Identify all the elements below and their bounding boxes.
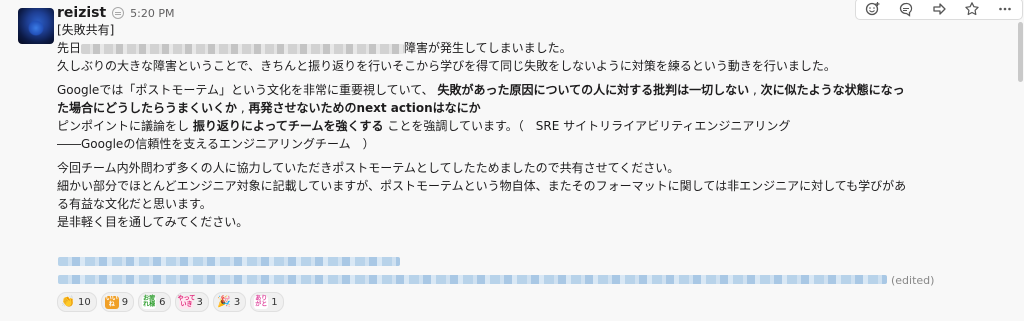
save-star-icon[interactable] [956, 0, 989, 19]
text-segment: Googleでは「ポストモーテム」という文化を非常に重要視していて、 [57, 83, 438, 97]
timestamp[interactable]: 5:20 PM [130, 7, 174, 20]
avatar[interactable] [18, 8, 54, 44]
text-segment: 障害が発生してしまいました。 [404, 41, 572, 55]
speech-bubble-status-icon [112, 7, 125, 19]
reaction-pill[interactable]: 🎉 3 [212, 292, 247, 312]
scroll-thumb[interactable] [1018, 22, 1023, 82]
message-body: [失敗共有] 先日 障害が発生してしまいました。 久しぶりの大きな障害ということで… [57, 21, 1007, 231]
share-message-icon[interactable] [922, 0, 955, 19]
reaction-count: 3 [196, 296, 203, 308]
reactions-bar: 👏 10 いい ね 9 お疲 れ様 6 やって いき 3 🎉 3 あり がと 1 [57, 292, 284, 312]
yatteiki-emoji-icon: やって いき [177, 295, 196, 309]
reaction-pill[interactable]: 👏 10 [57, 292, 97, 312]
reaction-pill[interactable]: やって いき 3 [175, 292, 209, 312]
reaction-count: 9 [121, 296, 129, 308]
text-line: ――Googleの信頼性を支えるエンジニアリングチーム ） [57, 137, 375, 151]
reaction-count: 6 [159, 296, 166, 308]
text-line: 是非軽く目を通してみてください。 [57, 215, 249, 229]
redacted-link[interactable] [58, 275, 887, 284]
message-actions-toolbar [855, 0, 1023, 20]
text-line: 久しぶりの大きな障害ということで、きちんと振り返りを行いそこから学びを得て同じ失… [57, 59, 836, 73]
text-line: ピンポイントに議論をし 振り返りによってチームを強くする ことを強調しています。… [57, 117, 1007, 135]
ii-ne-emoji-icon: いい ね [104, 295, 119, 309]
username[interactable]: reizist [57, 5, 106, 21]
bold-text: 失敗があった原因についての人に対する批判は一切しない [437, 83, 750, 97]
text-line: る有益な文化だと思います。 [57, 197, 212, 211]
bold-text: 再発させないためのnext actionはなにか [248, 101, 481, 115]
reaction-count: 1 [271, 296, 278, 308]
text-segment: 先日 [57, 41, 82, 55]
text-line: た場合にどうしたらうまくいくか , 再発させないためのnext actionはな… [57, 99, 1007, 117]
message-header: reizist 5:20 PM [57, 4, 175, 22]
tada-emoji-icon: 🎉 [217, 295, 231, 308]
text-line: 細かい部分でほとんどエンジニア対象に記載していますが、ポストモーテムという物自体… [57, 179, 907, 193]
arigato-emoji-icon: あり がと [254, 295, 269, 309]
reaction-pill[interactable]: お疲 れ様 6 [138, 292, 172, 312]
reaction-pill[interactable]: あり がと 1 [250, 292, 284, 312]
bold-text: 振り返りによってチームを強くする [192, 119, 384, 133]
edited-label: (edited) [891, 274, 935, 287]
add-reaction-icon[interactable] [856, 0, 889, 19]
text-line: Googleでは「ポストモーテム」という文化を非常に重要視していて、 失敗があっ… [57, 81, 1007, 99]
text-segment: ピンポイントに議論をし [57, 119, 193, 133]
reply-thread-icon[interactable] [889, 0, 922, 19]
message: reizist 5:20 PM [失敗共有] 先日 障害が発生してしまいました。 … [0, 0, 1024, 321]
reaction-count: 10 [78, 296, 91, 308]
reaction-pill[interactable]: いい ね9 [100, 292, 135, 312]
text-line: 今回チーム内外問わず多くの人に協力していただきポストモーテムとしてしたためました… [57, 161, 680, 175]
redacted-text [81, 43, 405, 54]
text-line: [失敗共有] [57, 23, 115, 37]
text-segment: , [237, 101, 249, 115]
bold-text: 次に似たような状態になっ [760, 83, 905, 97]
bold-text: た場合にどうしたらうまくいくか [57, 101, 238, 115]
text-line: 先日 障害が発生してしまいました。 [57, 39, 1007, 57]
clap-emoji-icon: 👏 [61, 295, 75, 308]
reaction-count: 3 [233, 296, 241, 308]
scrollbar[interactable] [1016, 0, 1024, 321]
text-segment: , [749, 83, 761, 97]
redacted-link[interactable] [58, 257, 400, 266]
otsukare-emoji-icon: お疲 れ様 [142, 295, 157, 309]
text-segment: ことを強調しています。（ SRE サイトリライアビリティエンジニアリング [383, 119, 791, 133]
